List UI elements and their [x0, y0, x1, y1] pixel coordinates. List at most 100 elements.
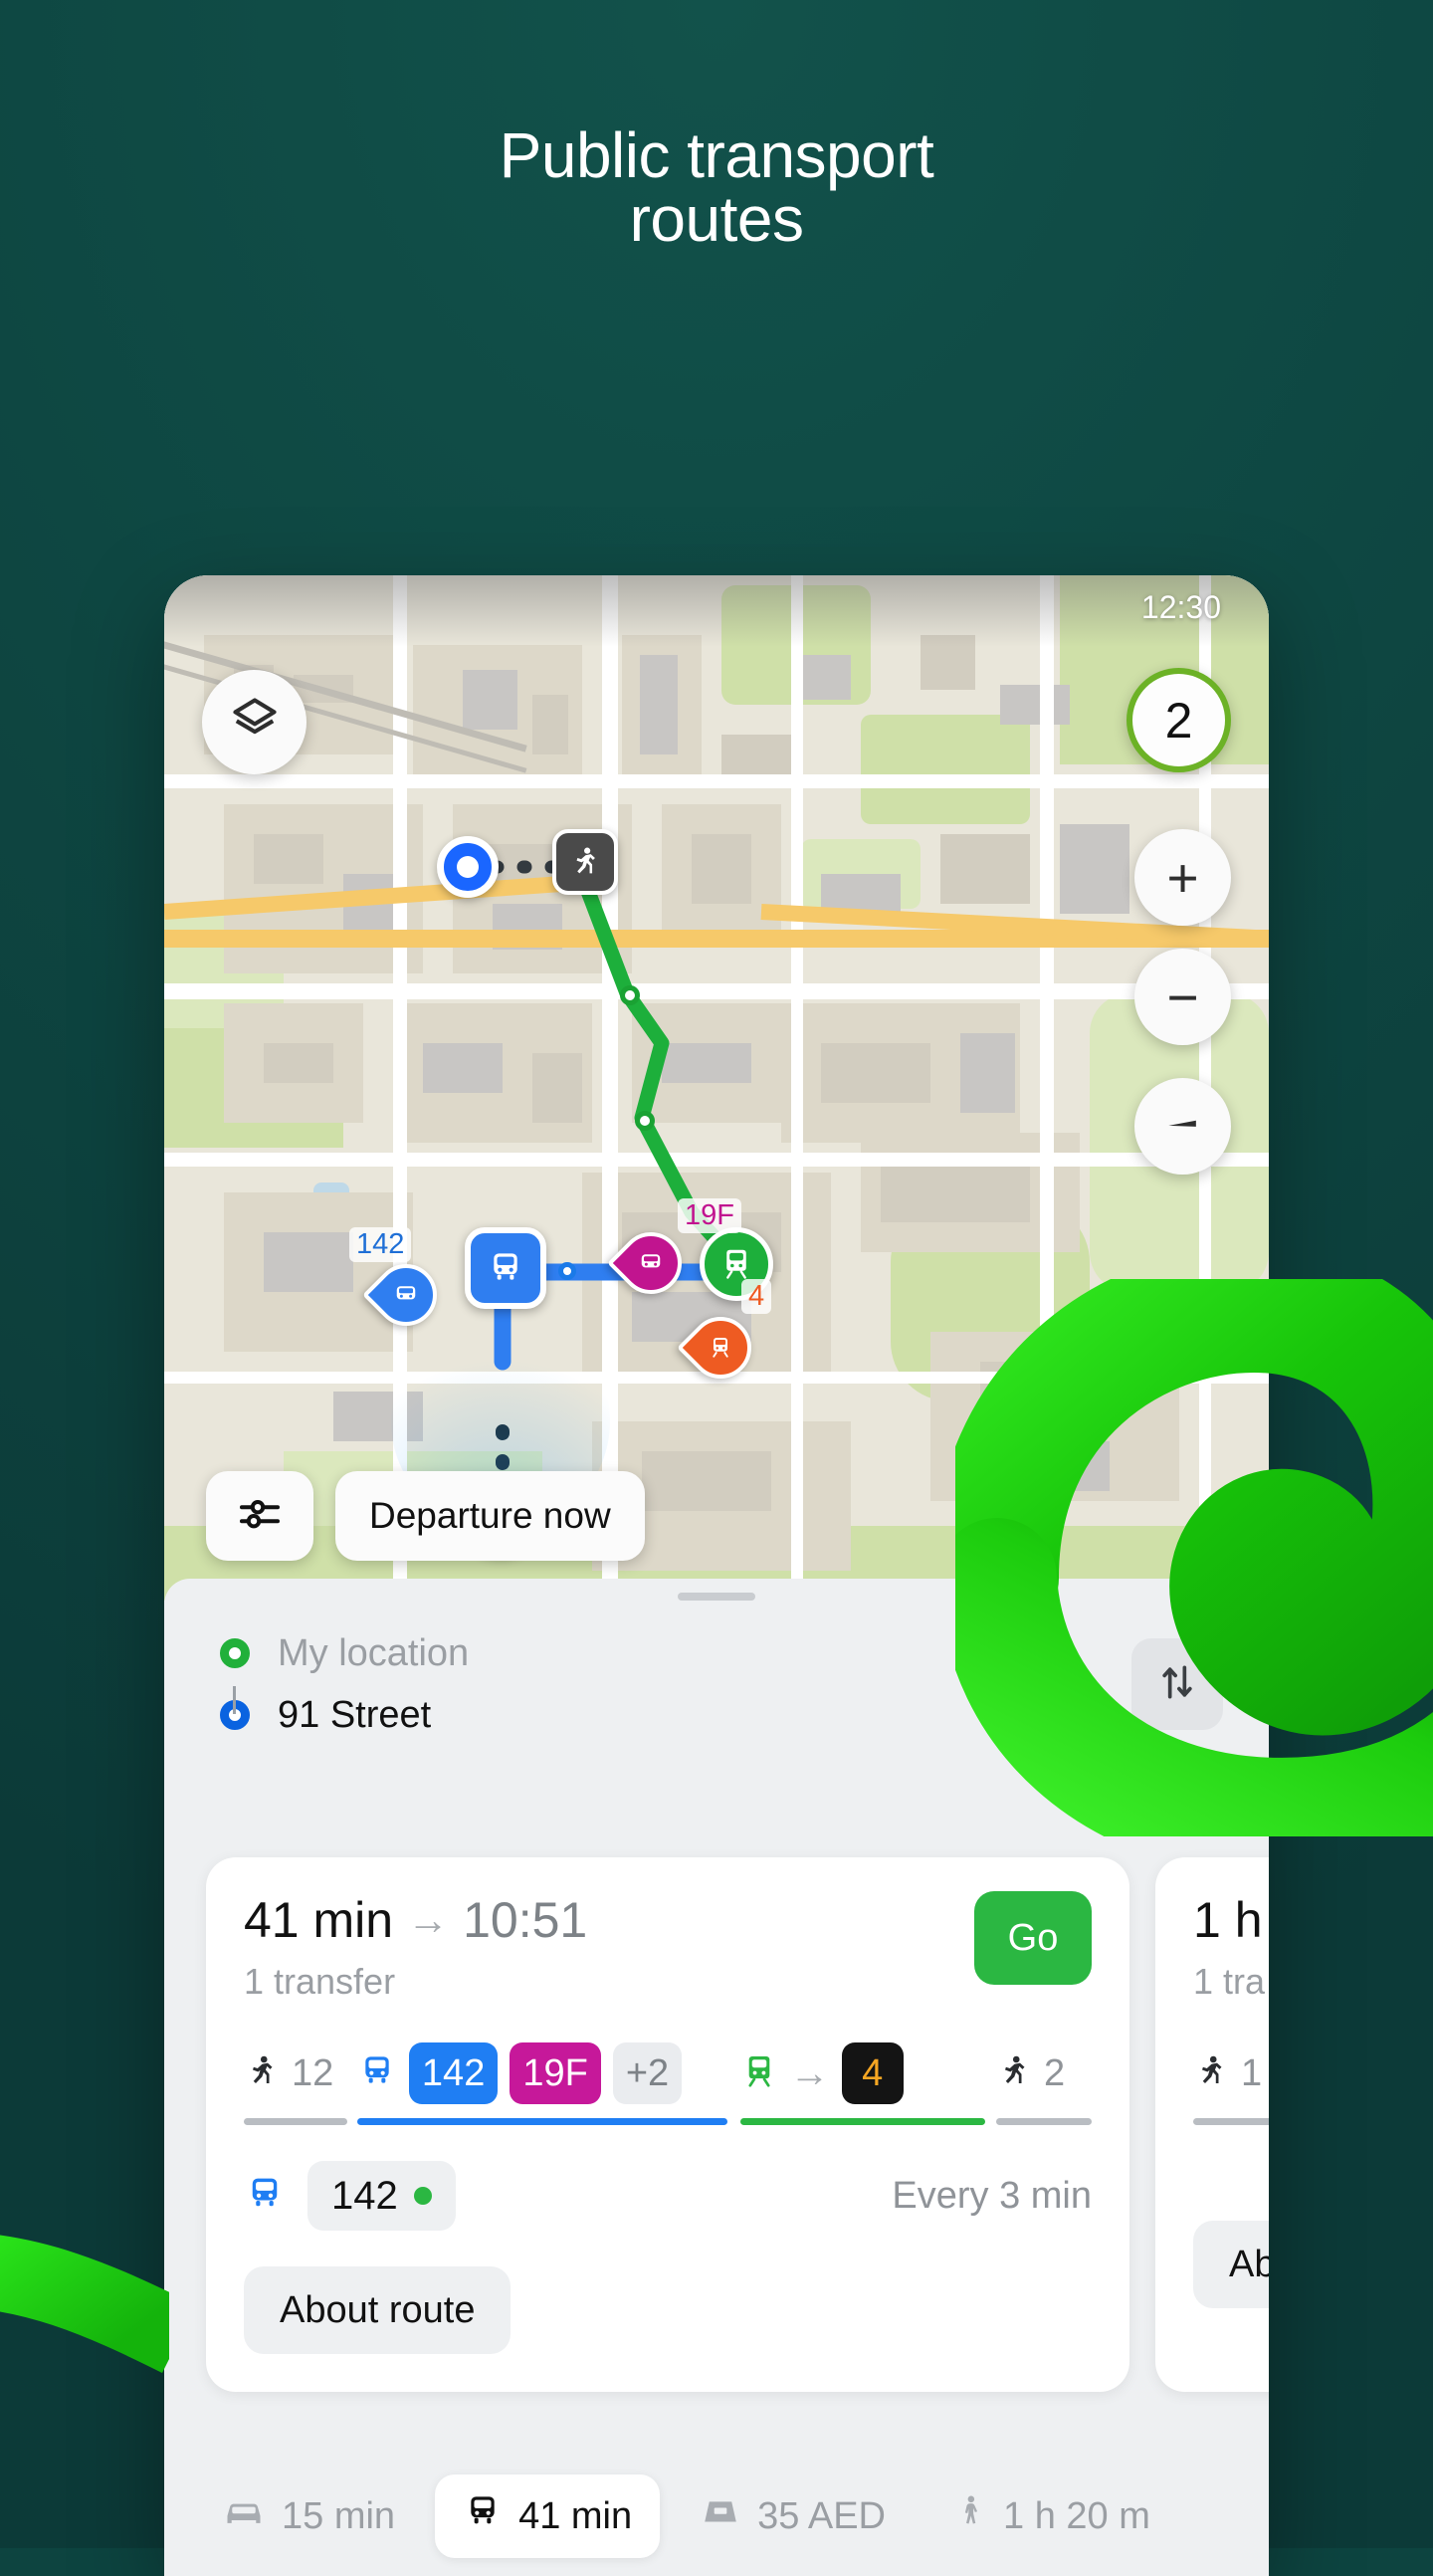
segment-walk-minutes: 2	[1044, 2051, 1066, 2094]
route-stop-blue-2	[558, 1262, 576, 1280]
route-badge-4[interactable]: 4	[841, 2042, 904, 2104]
origin-label: My location	[278, 1631, 470, 1674]
segment-walk-1: 1	[1193, 2042, 1269, 2125]
walk-icon	[244, 2051, 280, 2096]
route-summary: 41 min → 10:51 1 transfer	[244, 1891, 587, 2003]
segment-bar	[739, 2118, 985, 2125]
mode-label: 15 min	[282, 2494, 396, 2537]
route-cards: 41 min → 10:51 1 transfer Go 12 142 19F …	[164, 1857, 1269, 2392]
route-line-info: 142 Every 3 min	[244, 2161, 1092, 2231]
zoom-in-button[interactable]: +	[1134, 829, 1231, 926]
route-filter-button[interactable]	[206, 1471, 313, 1561]
route-badge-19F[interactable]: 19F	[510, 2042, 601, 2104]
page-title: Public transport routes	[499, 119, 934, 255]
map-top-shade	[164, 575, 1269, 647]
route-transfers: 1 transfer	[244, 1961, 396, 2002]
route-card-header: 41 min → 10:51 1 transfer Go	[244, 1891, 1092, 2003]
bottom-sheet: My location 91 Street 41 min → 10:51 1 t…	[164, 1579, 1269, 2576]
mode-label: 41 min	[518, 2494, 633, 2537]
route-eta: 10:51	[463, 1892, 588, 1948]
compass-icon	[1161, 1102, 1205, 1151]
phone-mockup: 12:30 142 19F 4 2 + − Departure now My l…	[164, 575, 1269, 2576]
line-badge-group: 142	[244, 2161, 456, 2231]
segment-walk-minutes: 1	[1241, 2051, 1263, 2094]
line-number-chip[interactable]: 142	[307, 2161, 456, 2231]
segment-bar	[356, 2118, 727, 2125]
route-duration: 1 h	[1193, 1892, 1263, 1948]
zoom-out-button[interactable]: −	[1134, 949, 1231, 1045]
map-bottom-controls: Departure now	[206, 1471, 645, 1561]
marker-bus-stop-142[interactable]	[362, 1251, 450, 1339]
compass-button[interactable]	[1134, 1078, 1231, 1175]
mode-tab-car[interactable]: 15 min	[194, 2474, 423, 2558]
route-stop-green-2	[635, 1111, 655, 1131]
mode-tab-taxi[interactable]: 35 AED	[672, 2474, 914, 2558]
map-label-19F: 19F	[678, 1198, 741, 1233]
arrow-right-icon: →	[407, 1896, 450, 1943]
bus-icon	[362, 1251, 450, 1339]
segment-train: → 4	[739, 2042, 985, 2125]
route-overlay	[461, 860, 744, 1528]
origin-dot-icon	[437, 836, 499, 898]
mode-tab-walk[interactable]: 1 h 20 m	[925, 2474, 1178, 2558]
taxi-icon	[700, 2493, 741, 2539]
segment-content: → 4	[740, 2042, 985, 2104]
segment-bus: 142 19F +2	[356, 2042, 727, 2125]
marker-bus-stop-selected[interactable]	[465, 1227, 546, 1309]
go-button[interactable]: Go	[974, 1891, 1092, 1985]
segment-bar	[996, 2118, 1092, 2125]
destination-row[interactable]: 91 Street	[220, 1684, 469, 1746]
line-frequency: Every 3 min	[892, 2174, 1092, 2217]
about-route-button[interactable]: Ab	[1193, 2221, 1269, 2308]
route-transfers: 1 tra	[1193, 1961, 1266, 2002]
map-label-4: 4	[741, 1279, 772, 1314]
map-layers-button[interactable]	[202, 670, 307, 774]
route-badge-more[interactable]: +2	[612, 2042, 683, 2104]
route-segments: 12 142 19F +2 → 4 2	[244, 2042, 1092, 2125]
walk-icon	[552, 829, 618, 895]
mode-tab-transit[interactable]: 41 min	[435, 2474, 661, 2558]
arrow-right-icon: →	[789, 2050, 830, 2095]
map-label-142: 142	[349, 1227, 412, 1262]
segment-walk-1: 12	[244, 2042, 347, 2125]
swap-vertical-icon	[1155, 1660, 1199, 1709]
origin-row[interactable]: My location	[220, 1622, 469, 1684]
walk-icon	[1193, 2051, 1229, 2096]
route-summary: 1 h 1 tra	[1193, 1891, 1269, 2003]
endpoints-list: My location 91 Street	[210, 1622, 469, 1746]
route-count-badge[interactable]: 2	[1126, 668, 1231, 772]
swap-endpoints-button[interactable]	[1131, 1638, 1223, 1730]
transport-mode-tabs: 15 min 41 min 35 AED 1 h 20 m	[164, 2457, 1269, 2576]
train-icon	[740, 2050, 778, 2097]
bus-icon	[465, 1227, 546, 1309]
route-segments: 1	[1193, 2042, 1269, 2125]
endpoint-connector	[233, 1686, 236, 1714]
route-badge-142[interactable]: 142	[408, 2042, 499, 2104]
route-card-primary[interactable]: 41 min → 10:51 1 transfer Go 12 142 19F …	[206, 1857, 1129, 2392]
marker-bus-stop-19F[interactable]	[607, 1219, 695, 1307]
segment-bar	[1193, 2118, 1269, 2125]
segment-content: 2	[996, 2042, 1092, 2104]
segment-content: 1	[1193, 2042, 1269, 2104]
map-canvas[interactable]: 12:30 142 19F 4 2 + − Departure now	[164, 575, 1269, 1601]
bus-icon	[463, 2489, 503, 2543]
departure-time-chip[interactable]: Departure now	[335, 1471, 645, 1561]
route-duration: 41 min	[244, 1892, 394, 1948]
route-endpoints: My location 91 Street	[164, 1601, 1269, 1746]
sliders-icon	[236, 1490, 284, 1543]
live-status-dot	[413, 2187, 432, 2205]
bus-icon	[357, 2050, 397, 2097]
marker-origin[interactable]	[437, 836, 499, 898]
marker-tram-stop-4[interactable]	[677, 1304, 764, 1392]
route-duration-row: 41 min → 10:51	[244, 1891, 587, 1949]
mode-label: 35 AED	[757, 2494, 886, 2537]
tram-icon	[677, 1304, 764, 1392]
segment-bar	[244, 2118, 347, 2125]
marker-walk-chip[interactable]	[552, 829, 618, 895]
line-number: 142	[331, 2173, 398, 2218]
route-card-secondary[interactable]: 1 h 1 tra 1 Ab	[1155, 1857, 1269, 2392]
mode-label: 1 h 20 m	[1003, 2494, 1150, 2537]
segment-walk-minutes: 12	[292, 2051, 334, 2094]
about-route-button[interactable]: About route	[244, 2266, 512, 2354]
destination-label: 91 Street	[278, 1693, 432, 1736]
